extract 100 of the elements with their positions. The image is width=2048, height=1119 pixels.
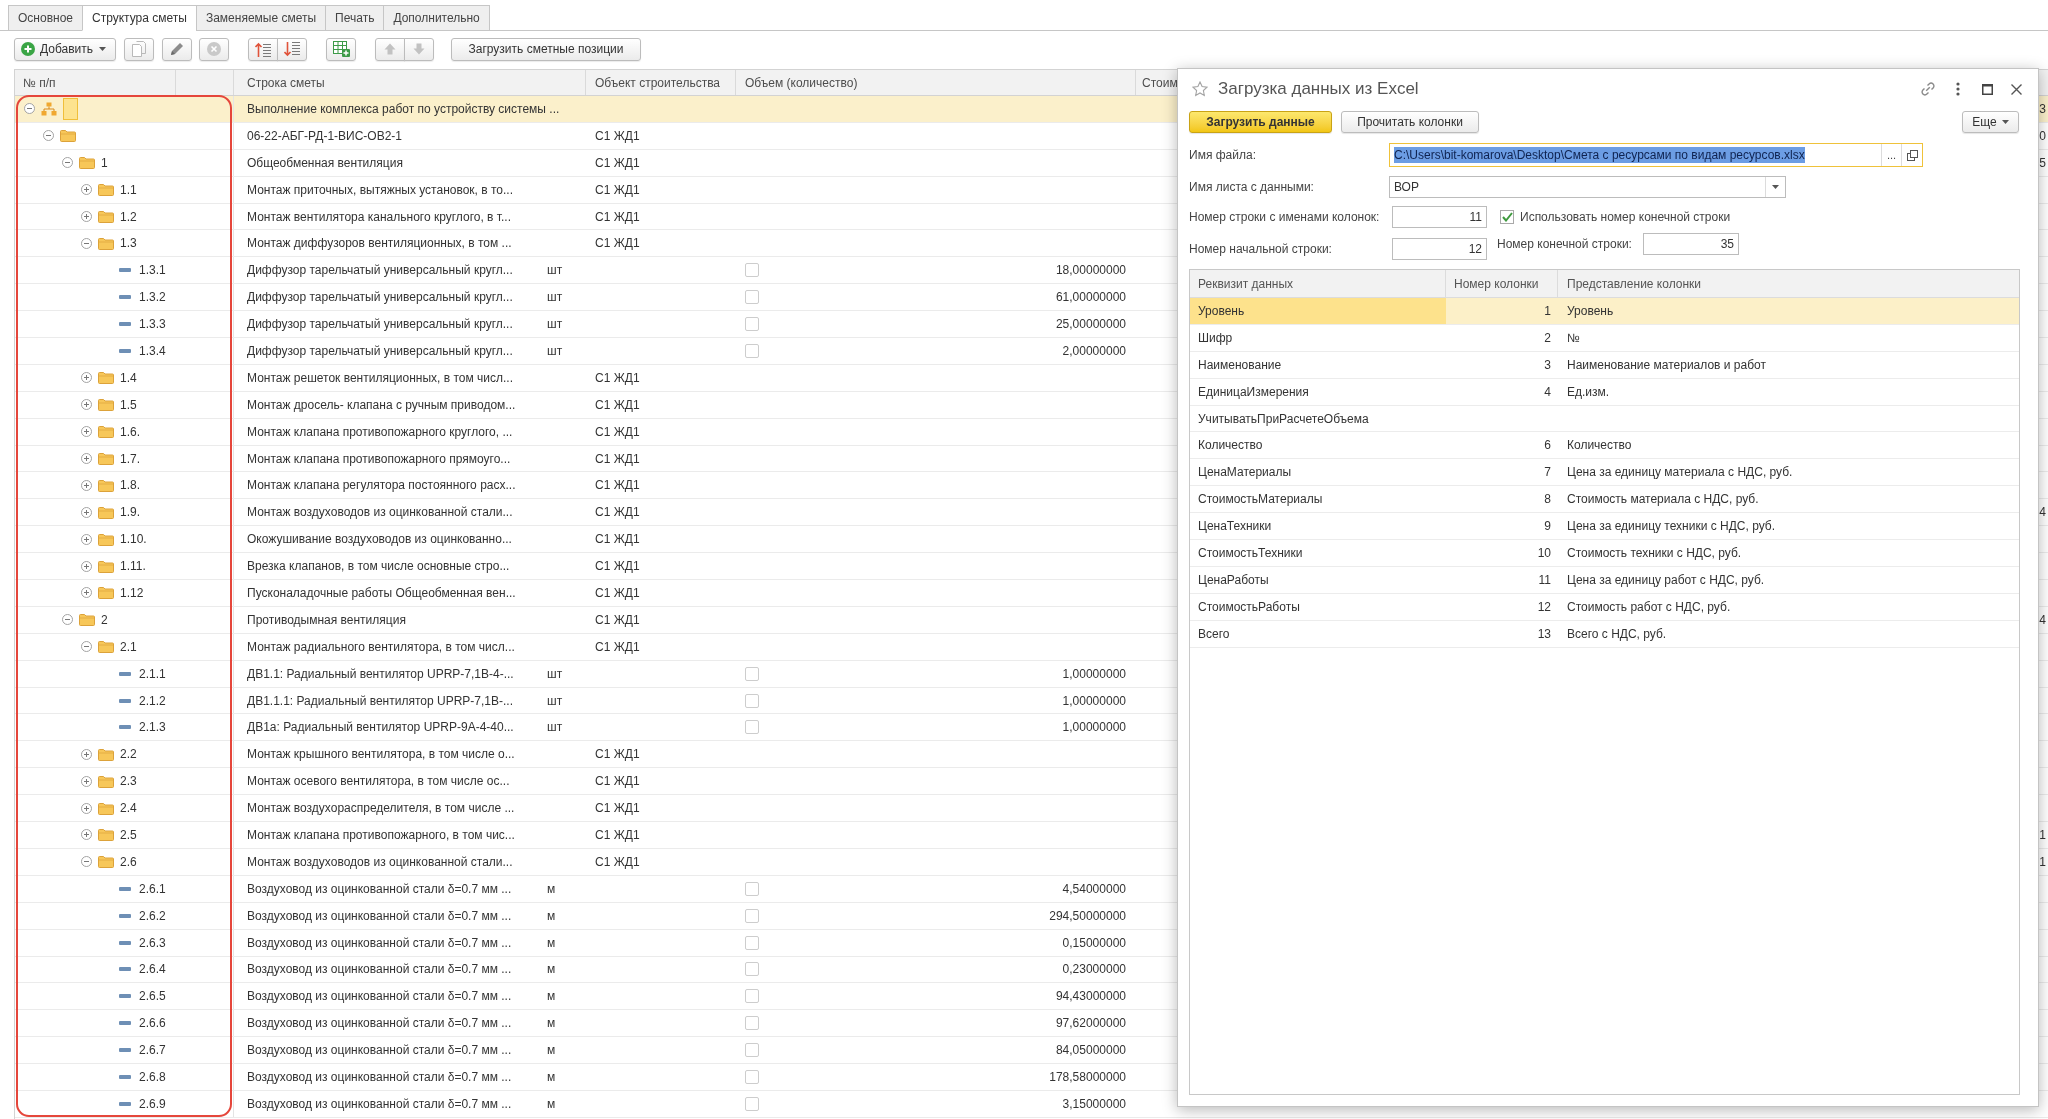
- estimate-line-text: Монтаж воздухораспределителя, в том числе ...: [247, 800, 516, 818]
- checkbox[interactable]: [745, 1070, 759, 1084]
- row-number: 2: [101, 611, 108, 629]
- column-header: Объем (количество): [736, 70, 1136, 95]
- checkbox[interactable]: [745, 881, 759, 896]
- number-field[interactable]: 12: [1392, 238, 1487, 260]
- level-down-button[interactable]: [277, 37, 307, 61]
- object-text: С1 ЖД1: [595, 423, 640, 441]
- tab[interactable]: Основное: [8, 5, 83, 31]
- sheet-select[interactable]: ВОР: [1389, 176, 1786, 198]
- checkbox[interactable]: [745, 1043, 759, 1058]
- quantity-text: 97,62000000: [1055, 1015, 1126, 1033]
- load-items-button[interactable]: Загрузить сметные позиции: [451, 37, 641, 61]
- estimate-line-text: Диффузор тарельчатый универсальный кругл...: [247, 289, 514, 307]
- folder-icon: [98, 801, 114, 815]
- number-field[interactable]: 11: [1392, 206, 1487, 228]
- checkbox[interactable]: [745, 935, 759, 950]
- row-number: 2.6.2: [139, 907, 166, 925]
- checkbox[interactable]: [745, 290, 759, 305]
- number-field[interactable]: 35: [1643, 233, 1739, 255]
- minus-circle-icon[interactable]: [80, 237, 92, 249]
- row-number: 2.3: [120, 773, 137, 791]
- minus-circle-icon[interactable]: [80, 641, 92, 653]
- dash-icon: [119, 994, 131, 999]
- estimate-line-text: Воздуховод из оцинкованной стали δ=0.7 мм ...: [247, 907, 513, 925]
- plus-circle-icon[interactable]: [80, 802, 92, 814]
- object-text: С1 ЖД1: [595, 531, 640, 549]
- minus-circle-icon[interactable]: [61, 614, 73, 626]
- more-icon[interactable]: [1956, 82, 1960, 96]
- minus-circle-icon[interactable]: [80, 856, 92, 868]
- tab[interactable]: Печать: [325, 5, 385, 31]
- estimate-line-text: ДВ1.1: Радиальный вентилятор UPRP-7,1В-4-...: [247, 665, 515, 683]
- file-path-field[interactable]: C:\Users\bit-komarova\Desktop\Смета с ресурсами по видам ресурсов.xlsx ...: [1389, 143, 1923, 167]
- plus-circle-icon[interactable]: [80, 479, 92, 491]
- row-number: 1.3.1: [139, 262, 166, 280]
- load-data-button[interactable]: Загрузить данные: [1189, 111, 1332, 133]
- link-icon[interactable]: [1920, 81, 1936, 97]
- plus-circle-icon[interactable]: [80, 426, 92, 438]
- cell-value: 1: [2039, 853, 2046, 871]
- squares-icon: [1906, 149, 1918, 161]
- add-table-button[interactable]: [326, 37, 356, 61]
- tab[interactable]: Дополнительно: [383, 5, 490, 31]
- edit-button[interactable]: [162, 37, 192, 61]
- estimate-line-text: Воздуховод из оцинкованной стали δ=0.7 мм ...: [247, 1069, 513, 1086]
- minus-circle-icon[interactable]: [61, 157, 73, 169]
- plus-circle-icon[interactable]: [80, 506, 92, 518]
- checkbox[interactable]: [745, 908, 759, 923]
- caret-icon[interactable]: [1772, 185, 1779, 189]
- row-number: 1.11.: [120, 558, 146, 576]
- tab[interactable]: Заменяемые сметы: [195, 5, 327, 31]
- folder-icon: [98, 210, 114, 223]
- star-icon[interactable]: [1192, 81, 1208, 97]
- checkbox[interactable]: [745, 989, 759, 1004]
- row-number: 2.6: [120, 853, 137, 871]
- plus-circle-icon[interactable]: [80, 748, 92, 760]
- plus-circle-icon[interactable]: [80, 211, 92, 222]
- plus-circle-icon[interactable]: [80, 775, 92, 787]
- quantity-text: 3,15000000: [1062, 1095, 1126, 1113]
- plus-circle-icon[interactable]: [80, 372, 92, 384]
- plus-circle-icon[interactable]: [80, 453, 92, 464]
- checkbox[interactable]: [745, 317, 759, 332]
- current-cell[interactable]: [63, 97, 78, 120]
- plus-circle-icon[interactable]: [80, 184, 92, 196]
- close-icon[interactable]: [2011, 83, 2022, 95]
- checkbox[interactable]: [745, 1016, 759, 1031]
- row-number: 1.3.4: [139, 342, 166, 360]
- plus-circle-icon[interactable]: [80, 587, 92, 599]
- row-number: 1.3.3: [139, 316, 166, 334]
- browse-button[interactable]: ...: [1881, 144, 1901, 166]
- checkbox[interactable]: [745, 666, 759, 681]
- maximize-icon[interactable]: [1982, 83, 1993, 95]
- dash-icon: [119, 322, 131, 327]
- check-icon: [1501, 212, 1513, 222]
- checkbox[interactable]: [745, 693, 759, 708]
- row-number: 1.8.: [120, 477, 140, 495]
- plus-circle-icon[interactable]: [80, 533, 92, 545]
- field-label: Имя листа с данными:: [1189, 179, 1315, 196]
- minus-circle-icon[interactable]: [42, 130, 54, 142]
- checkbox[interactable]: [745, 1096, 759, 1111]
- plus-circle-icon[interactable]: [80, 399, 92, 411]
- checkbox[interactable]: [745, 720, 759, 735]
- row-number: 2.6.4: [139, 961, 166, 979]
- checkbox[interactable]: [745, 263, 759, 278]
- plus-circle-icon[interactable]: [80, 829, 92, 841]
- dash-icon: [119, 1101, 131, 1106]
- more-button[interactable]: Еще: [1962, 111, 2019, 133]
- tab[interactable]: Структура сметы: [82, 5, 197, 31]
- estimate-line-text: Врезка клапанов, в том числе основные стро...: [247, 558, 511, 576]
- read-columns-button[interactable]: Прочитать колонки: [1341, 111, 1479, 133]
- plus-circle-icon: [21, 42, 35, 56]
- level-up-button[interactable]: [248, 37, 278, 61]
- checkbox[interactable]: [1500, 210, 1514, 224]
- checkbox[interactable]: [745, 343, 759, 358]
- plus-circle-icon[interactable]: [80, 560, 92, 572]
- estimate-line-text: Монтаж воздуховодов из оцинкованной стали...: [247, 853, 514, 871]
- checkbox[interactable]: [745, 962, 759, 977]
- add-button[interactable]: Добавить: [14, 37, 116, 61]
- table-row[interactable]: Уровень 1 Уровень: [1190, 298, 2019, 325]
- estimate-line-text: Монтаж вентилятора канального круглого, в т...: [247, 208, 512, 226]
- minus-circle-icon[interactable]: [23, 103, 35, 115]
